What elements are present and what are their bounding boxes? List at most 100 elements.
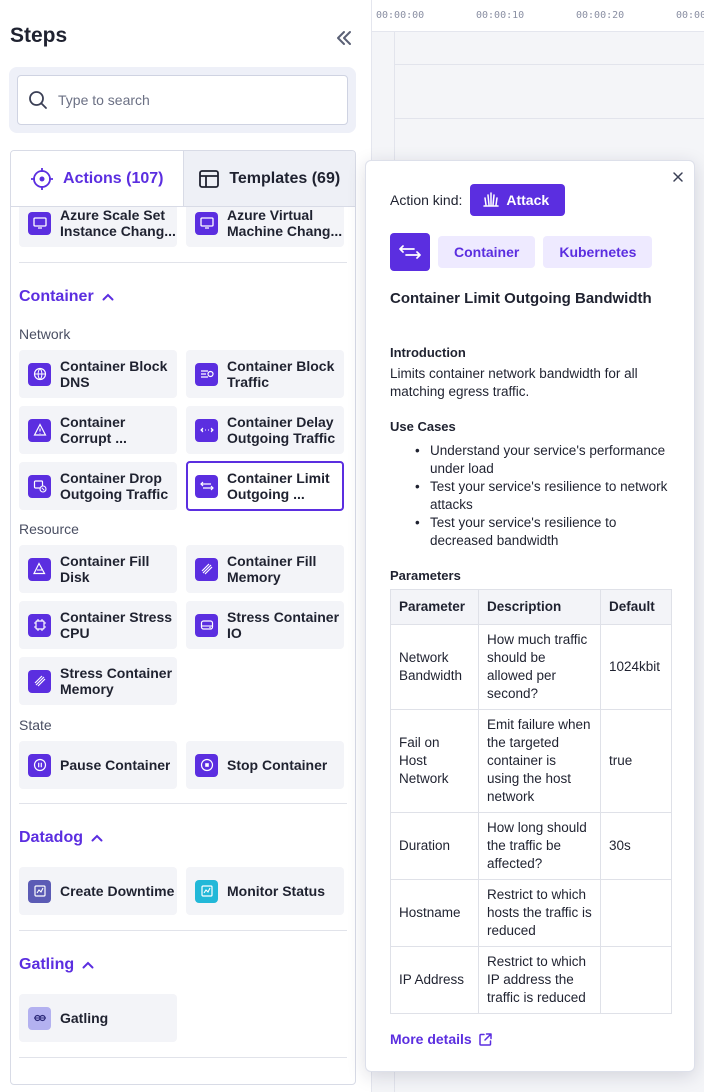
tab-templates-label: Templates (69) [229, 169, 341, 187]
action-label: Container Corrupt ... [60, 414, 127, 446]
drop-packet-icon [28, 474, 51, 498]
action-card-container-corrupt[interactable]: Container Corrupt ... [19, 406, 177, 454]
memory-stick-icon [28, 669, 51, 693]
section-header-datadog[interactable]: Datadog [19, 829, 103, 847]
action-label: Container Stress CPU [60, 609, 173, 641]
monitor-icon [28, 211, 51, 235]
column-header: Default [600, 589, 672, 625]
more-details-link[interactable]: More details [390, 1031, 493, 1047]
action-title: Container Limit Outgoing Bandwidth [390, 290, 652, 307]
action-card-stop-container[interactable]: Stop Container [186, 741, 344, 789]
warning-packet-icon [28, 418, 51, 442]
param-name: Duration [390, 812, 479, 880]
timeline-lane [394, 118, 704, 119]
section-header-gatling[interactable]: Gatling [19, 956, 94, 974]
hard-drive-icon [195, 613, 218, 637]
search-input[interactable] [58, 92, 347, 108]
section-divider [19, 803, 347, 804]
tab-templates[interactable]: Templates (69) [182, 151, 355, 206]
action-card-stress-container-io[interactable]: Stress Container IO [186, 601, 344, 649]
tab-bar: Actions (107) Templates (69) [11, 151, 355, 207]
tag-container[interactable]: Container [438, 236, 536, 268]
action-card-create-downtime[interactable]: Create Downtime [19, 867, 177, 915]
action-kind-badge: Attack [470, 184, 566, 216]
time-tick: 00:00:10 [476, 10, 525, 21]
action-card-monitor-status[interactable]: Monitor Status [186, 867, 344, 915]
close-popover-button[interactable] [670, 169, 686, 185]
crosshair-icon [31, 167, 54, 190]
use-cases-list: Understand your service's performance un… [390, 442, 680, 550]
introduction-text: Limits container network bandwidth for a… [390, 366, 638, 399]
group-title-resource: Resource [19, 521, 79, 537]
steps-panel: Steps Actions (107) Templates (69) Azure… [0, 0, 372, 1092]
time-ruler: 00:00:00 00:00:10 00:00:20 00:00:30 [372, 0, 704, 32]
section-divider [19, 262, 347, 263]
stop-icon [195, 753, 218, 777]
action-label: Azure Scale Set Instance Chang... [60, 207, 176, 239]
action-detail-popover: Action kind: Attack Container Kubernetes… [365, 160, 695, 1072]
bandwidth-arrows-icon [390, 233, 430, 271]
memory-stick-icon [195, 557, 218, 581]
group-title-network: Network [19, 326, 71, 342]
action-card-container-drop[interactable]: Container Drop Outgoing Traffic [19, 462, 177, 510]
action-card-gatling[interactable]: Gatling [19, 994, 177, 1042]
section-title: Gatling [19, 956, 75, 973]
action-kind-value: Attack [506, 192, 550, 208]
tag-row: Container Kubernetes [390, 233, 653, 271]
use-case-item: Test your service's resilience to networ… [390, 478, 680, 514]
use-case-item: Understand your service's performance un… [390, 442, 680, 478]
tab-actions[interactable]: Actions (107) [11, 151, 183, 206]
double-chevron-left-icon [337, 31, 351, 45]
explosion-icon [483, 192, 500, 207]
param-default: 30s [600, 812, 672, 880]
action-card-azure-scale-set[interactable]: Azure Scale Set Instance Chang... [19, 207, 177, 247]
table-row: Fail on Host Network Emit failure when t… [390, 709, 672, 813]
time-tick: 00:00:20 [576, 10, 625, 21]
action-label: Stress Container Memory [60, 665, 173, 697]
action-card-azure-vm[interactable]: Azure Virtual Machine Chang... [186, 207, 344, 247]
param-description: Restrict to which hosts the traffic is r… [478, 879, 601, 947]
collapse-panel-button[interactable] [330, 24, 358, 52]
close-icon [673, 172, 683, 182]
gatling-icon [28, 1006, 51, 1030]
action-card-container-block-dns[interactable]: Container Block DNS [19, 350, 177, 398]
chevron-up-icon [102, 293, 114, 301]
search-box [17, 75, 348, 125]
param-description: How long should the traffic be affected? [478, 812, 601, 880]
table-header-row: Parameter Description Default [390, 589, 672, 625]
tag-kubernetes[interactable]: Kubernetes [543, 236, 653, 268]
action-card-container-fill-memory[interactable]: Container Fill Memory [186, 545, 344, 593]
param-name: IP Address [390, 946, 479, 1014]
steps-tabs-box: Actions (107) Templates (69) Azure Scale… [10, 150, 356, 1085]
action-card-container-limit-outgoing[interactable]: Container Limit Outgoing ... [186, 461, 344, 511]
param-name: Fail on Host Network [390, 709, 479, 813]
action-card-container-stress-cpu[interactable]: Container Stress CPU [19, 601, 177, 649]
action-label: Container Fill Disk [60, 553, 150, 585]
action-card-container-delay[interactable]: Container Delay Outgoing Traffic [186, 406, 344, 454]
tab-actions-label: Actions (107) [63, 169, 164, 187]
action-label: Stress Container IO [227, 609, 340, 641]
bandwidth-arrows-icon [195, 474, 218, 498]
time-tick: 00:00:30 [676, 10, 704, 21]
action-label: Container Delay Outgoing Traffic [227, 414, 336, 446]
table-row: Hostname Restrict to which hosts the tra… [390, 879, 672, 947]
param-description: How much traffic should be allowed per s… [478, 624, 601, 710]
param-name: Hostname [390, 879, 479, 947]
table-row: IP Address Restrict to which IP address … [390, 946, 672, 1014]
delay-arrows-icon [195, 418, 218, 442]
action-kind-row: Action kind: Attack [390, 184, 566, 216]
action-card-container-fill-disk[interactable]: Container Fill Disk [19, 545, 177, 593]
more-details-label: More details [390, 1031, 472, 1047]
action-label: Container Block Traffic [227, 358, 335, 390]
action-label: Container Block DNS [60, 358, 168, 390]
action-card-pause-container[interactable]: Pause Container [19, 741, 177, 789]
parameters-table: Parameter Description Default Network Ba… [390, 589, 672, 1014]
section-header-container[interactable]: Container [19, 288, 114, 306]
section-title: Container [19, 288, 94, 305]
action-label: Container Limit Outgoing ... [227, 470, 330, 502]
action-card-container-block-traffic[interactable]: Container Block Traffic [186, 350, 344, 398]
action-description: Introduction Limits container network ba… [390, 345, 680, 1025]
template-icon [199, 169, 220, 188]
action-card-stress-container-memory[interactable]: Stress Container Memory [19, 657, 177, 705]
param-default [600, 879, 672, 947]
